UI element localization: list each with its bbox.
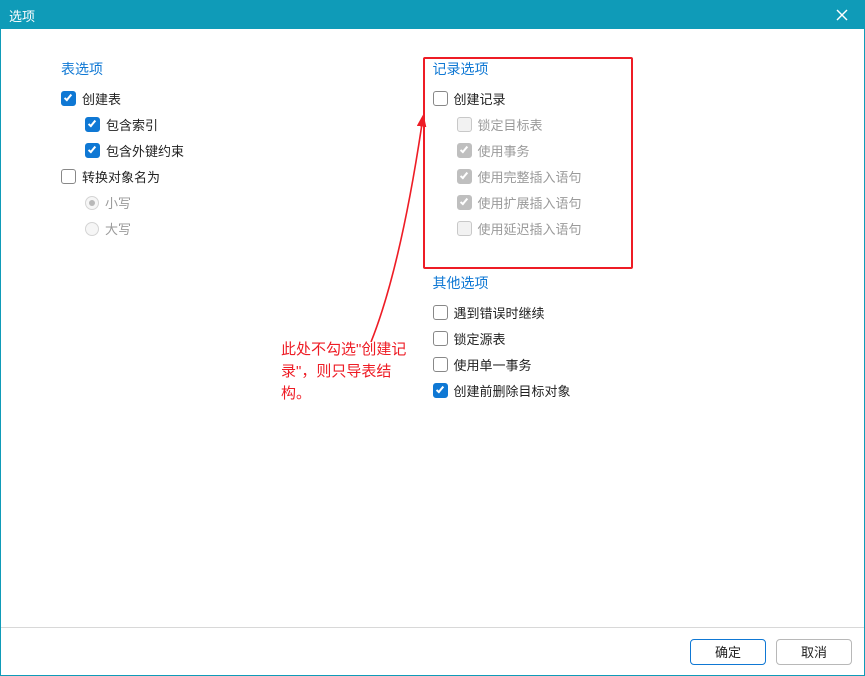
full-insert-checkbox: [457, 169, 472, 184]
drop-before-checkbox[interactable]: [433, 383, 448, 398]
single-txn-label: 使用单一事务: [454, 355, 532, 374]
drop-before-row[interactable]: 创建前删除目标对象: [433, 381, 805, 400]
use-txn-checkbox: [457, 143, 472, 158]
delayed-insert-checkbox: [457, 221, 472, 236]
continue-on-error-checkbox[interactable]: [433, 305, 448, 320]
lock-target-label: 锁定目标表: [478, 115, 543, 134]
include-index-row[interactable]: 包含索引: [85, 115, 433, 134]
record-options-heading: 记录选项: [433, 59, 805, 79]
other-options-heading: 其他选项: [433, 273, 805, 293]
create-record-label: 创建记录: [454, 89, 506, 108]
include-fk-checkbox[interactable]: [85, 143, 100, 158]
uppercase-label: 大写: [105, 219, 131, 238]
full-insert-row: 使用完整插入语句: [457, 167, 805, 186]
drop-before-label: 创建前删除目标对象: [454, 381, 571, 400]
create-table-checkbox[interactable]: [61, 91, 76, 106]
include-fk-label: 包含外键约束: [106, 141, 184, 160]
continue-on-error-row[interactable]: 遇到错误时继续: [433, 303, 805, 322]
options-dialog: 选项 表选项 创建表 包含索引 包含外键约束: [0, 0, 865, 676]
table-options-heading: 表选项: [61, 59, 433, 79]
delayed-insert-label: 使用延迟插入语句: [478, 219, 582, 238]
lock-source-row[interactable]: 锁定源表: [433, 329, 805, 348]
uppercase-radio: [85, 222, 99, 236]
continue-on-error-label: 遇到错误时继续: [454, 303, 545, 322]
convert-name-row[interactable]: 转换对象名为: [61, 167, 433, 186]
use-txn-label: 使用事务: [478, 141, 530, 160]
titlebar: 选项: [1, 1, 864, 29]
close-button[interactable]: [828, 1, 856, 29]
full-insert-label: 使用完整插入语句: [478, 167, 582, 186]
lock-source-label: 锁定源表: [454, 329, 506, 348]
include-fk-row[interactable]: 包含外键约束: [85, 141, 433, 160]
table-options-section: 表选项 创建表 包含索引 包含外键约束 转换对象名为 小写: [61, 59, 433, 617]
dialog-footer: 确定 取消: [1, 627, 864, 675]
create-table-label: 创建表: [82, 89, 121, 108]
other-options-section: 其他选项 遇到错误时继续 锁定源表 使用单一事务 创建前删除目标对象: [433, 273, 805, 400]
include-index-label: 包含索引: [106, 115, 158, 134]
use-txn-row: 使用事务: [457, 141, 805, 160]
ok-button[interactable]: 确定: [690, 639, 766, 665]
create-record-checkbox[interactable]: [433, 91, 448, 106]
create-table-row[interactable]: 创建表: [61, 89, 433, 108]
cancel-button[interactable]: 取消: [776, 639, 852, 665]
lowercase-row: 小写: [85, 193, 433, 212]
lock-target-checkbox: [457, 117, 472, 132]
lock-target-row: 锁定目标表: [457, 115, 805, 134]
delayed-insert-row: 使用延迟插入语句: [457, 219, 805, 238]
lowercase-radio: [85, 196, 99, 210]
close-icon: [836, 9, 848, 21]
ext-insert-label: 使用扩展插入语句: [478, 193, 582, 212]
lock-source-checkbox[interactable]: [433, 331, 448, 346]
include-index-checkbox[interactable]: [85, 117, 100, 132]
window-title: 选项: [9, 6, 828, 25]
uppercase-row: 大写: [85, 219, 433, 238]
convert-name-label: 转换对象名为: [82, 167, 160, 186]
right-column: 记录选项 创建记录 锁定目标表 使用事务 使用完整插入语句: [433, 59, 805, 617]
record-options-section: 记录选项 创建记录 锁定目标表 使用事务 使用完整插入语句: [433, 59, 805, 238]
single-txn-checkbox[interactable]: [433, 357, 448, 372]
convert-name-checkbox[interactable]: [61, 169, 76, 184]
ext-insert-checkbox: [457, 195, 472, 210]
ext-insert-row: 使用扩展插入语句: [457, 193, 805, 212]
lowercase-label: 小写: [105, 193, 131, 212]
single-txn-row[interactable]: 使用单一事务: [433, 355, 805, 374]
create-record-row[interactable]: 创建记录: [433, 89, 805, 108]
dialog-body: 表选项 创建表 包含索引 包含外键约束 转换对象名为 小写: [1, 29, 864, 627]
